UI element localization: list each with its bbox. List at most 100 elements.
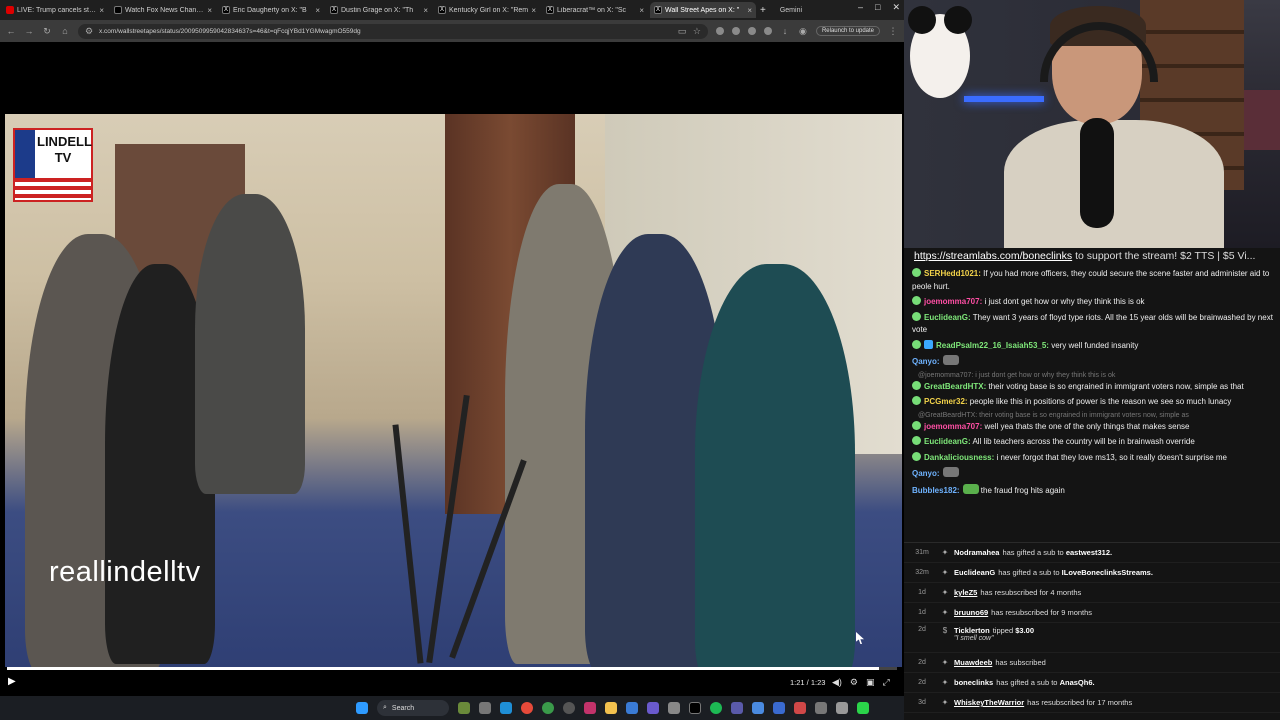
chat-message: joemomma707: well yea thats the one of t… — [904, 419, 1280, 435]
app-icon[interactable] — [647, 702, 659, 714]
chat-message: Qanyo: — [904, 465, 1280, 482]
windows-start-icon[interactable] — [356, 702, 368, 714]
streamlabs-link[interactable]: https://streamlabs.com/boneclinks — [914, 250, 1072, 262]
relaunch-button[interactable]: Relaunch to update — [815, 26, 880, 36]
play-icon[interactable]: ▶ — [8, 676, 16, 687]
app-icon[interactable] — [584, 702, 596, 714]
tab-5[interactable]: X Liberacrat™ on X: "Sc × — [542, 2, 648, 18]
settings-icon[interactable]: ⚙ — [850, 677, 858, 688]
chat-message: Qanyo: — [904, 353, 1280, 370]
install-icon[interactable]: ▭ — [677, 26, 687, 37]
close-icon[interactable]: × — [207, 6, 212, 15]
app-icon[interactable] — [815, 702, 827, 714]
x-logo-icon: X — [330, 6, 338, 14]
tab-2[interactable]: X Eric Daugherty on X: "B × — [218, 2, 324, 18]
app-icon[interactable] — [836, 702, 848, 714]
close-window-icon[interactable]: ✕ — [892, 2, 900, 13]
tab-gemini[interactable]: Gemini — [780, 7, 802, 14]
pip-icon[interactable]: ▣ — [866, 677, 875, 688]
x-logo-icon: X — [222, 6, 230, 14]
widgets-icon[interactable] — [458, 702, 470, 714]
chat-badge-icon — [912, 436, 921, 445]
close-icon[interactable]: × — [639, 6, 644, 15]
minimize-icon[interactable]: – — [858, 2, 863, 13]
window-controls: – □ ✕ — [858, 2, 900, 13]
chrome-icon[interactable] — [521, 702, 533, 714]
activity-item: 2d ✦ Muawdeeb has subscribed — [904, 653, 1280, 673]
video-person — [195, 194, 305, 494]
x-logo-icon: X — [438, 6, 446, 14]
chat-message: Bubbles182: the fraud frog hits again — [912, 483, 1065, 495]
activity-item: 3d ✦ WhiskeyTheWarrior has resubscribed for… — [904, 693, 1280, 713]
activity-item: 2d ✦ boneclinks has gifted a sub to AnasQh6… — [904, 673, 1280, 693]
extension-icon[interactable] — [747, 27, 756, 35]
close-icon[interactable]: × — [747, 6, 752, 15]
store-icon[interactable] — [626, 702, 638, 714]
logo-text: LINDELL TV — [37, 134, 92, 165]
new-tab-button[interactable]: + — [760, 5, 766, 16]
subscribe-icon: ✦ — [941, 588, 949, 597]
taskbar-search[interactable]: ⌕ Search — [377, 700, 449, 716]
tab-3[interactable]: X Dustin Grage on X: "Th × — [326, 2, 432, 18]
flag-stars — [15, 130, 35, 178]
chat-emote — [962, 483, 979, 494]
home-icon[interactable]: ⌂ — [60, 26, 70, 36]
chrome-icon[interactable] — [542, 702, 554, 714]
webcam-streamer — [1004, 120, 1224, 248]
tab-4[interactable]: X Kentucky Girl on X: "Rem × — [434, 2, 540, 18]
maximize-icon[interactable]: □ — [875, 2, 880, 13]
back-icon[interactable]: ← — [6, 26, 16, 36]
forward-icon[interactable]: → — [24, 26, 34, 36]
fox-icon — [114, 6, 122, 14]
lindell-tv-logo: LINDELL TV — [13, 128, 93, 202]
chat-message: ReadPsalm22_16_Isaiah53_5: very well fun… — [904, 338, 1280, 354]
tab-6[interactable]: X Wall Street Apes on X: " × — [650, 2, 756, 18]
app-icon[interactable] — [731, 702, 743, 714]
activity-item: 31m ✦ Nodramahea has gifted a sub to eastwe… — [904, 543, 1280, 563]
close-icon[interactable]: × — [423, 6, 428, 15]
extension-icon[interactable] — [763, 27, 772, 35]
chat-badge-icon — [912, 451, 921, 461]
edge-icon[interactable] — [500, 702, 512, 714]
volume-icon[interactable]: ◀) — [832, 677, 842, 688]
x-logo-icon[interactable] — [689, 702, 701, 714]
app-icon[interactable] — [773, 702, 785, 714]
chat-badge-icon — [912, 268, 921, 277]
webcam-feed — [904, 0, 1280, 248]
chat-reply-context: @GreatBeardHTX: their voting base is so … — [918, 411, 1189, 419]
address-bar[interactable]: ⚙ x.com/wallstreetapes/status/2009509959… — [78, 23, 708, 39]
menu-icon[interactable]: ⋮ — [888, 26, 898, 37]
bookmark-star-icon[interactable]: ☆ — [692, 26, 702, 37]
video-progress-fill — [7, 667, 880, 670]
app-icon[interactable] — [752, 702, 764, 714]
youtube-icon — [6, 6, 14, 14]
reload-icon[interactable]: ↻ — [42, 26, 52, 37]
search-icon: ⌕ — [383, 704, 387, 711]
close-icon[interactable]: × — [315, 6, 320, 15]
video-progress-bar[interactable] — [7, 667, 897, 670]
chat-message: GreatBeardHTX: their voting base is so e… — [904, 379, 1280, 395]
extension-icon[interactable] — [715, 27, 724, 35]
flag-stripes — [15, 178, 91, 200]
task-view-icon[interactable] — [479, 702, 491, 714]
tab-1[interactable]: Watch Fox News Channel × — [110, 2, 216, 18]
profile-icon[interactable]: ◉ — [798, 26, 808, 37]
url-text: x.com/wallstreetapes/status/200950995904… — [99, 27, 361, 35]
obs-icon[interactable] — [563, 702, 575, 714]
site-info-icon[interactable]: ⚙ — [84, 26, 94, 37]
extension-icon[interactable] — [731, 27, 740, 35]
close-icon[interactable]: × — [99, 6, 104, 15]
close-icon[interactable]: × — [531, 6, 536, 15]
tab-0[interactable]: LIVE: Trump cancels strike × — [2, 2, 108, 18]
microphone-stand — [365, 394, 535, 664]
chat-badge-icon — [924, 339, 933, 349]
app-icon[interactable] — [668, 702, 680, 714]
spotify-icon[interactable] — [710, 702, 722, 714]
activity-item: 1d ✦ bruuno69 has resubscribed for 9 months — [904, 603, 1280, 623]
download-icon[interactable]: ↓ — [780, 26, 790, 36]
video-frame[interactable]: LINDELL TV reallindelltv — [5, 114, 902, 667]
maps-icon[interactable] — [794, 702, 806, 714]
app-icon[interactable] — [857, 702, 869, 714]
fullscreen-icon[interactable]: ⤢ — [883, 677, 890, 688]
explorer-icon[interactable] — [605, 702, 617, 714]
